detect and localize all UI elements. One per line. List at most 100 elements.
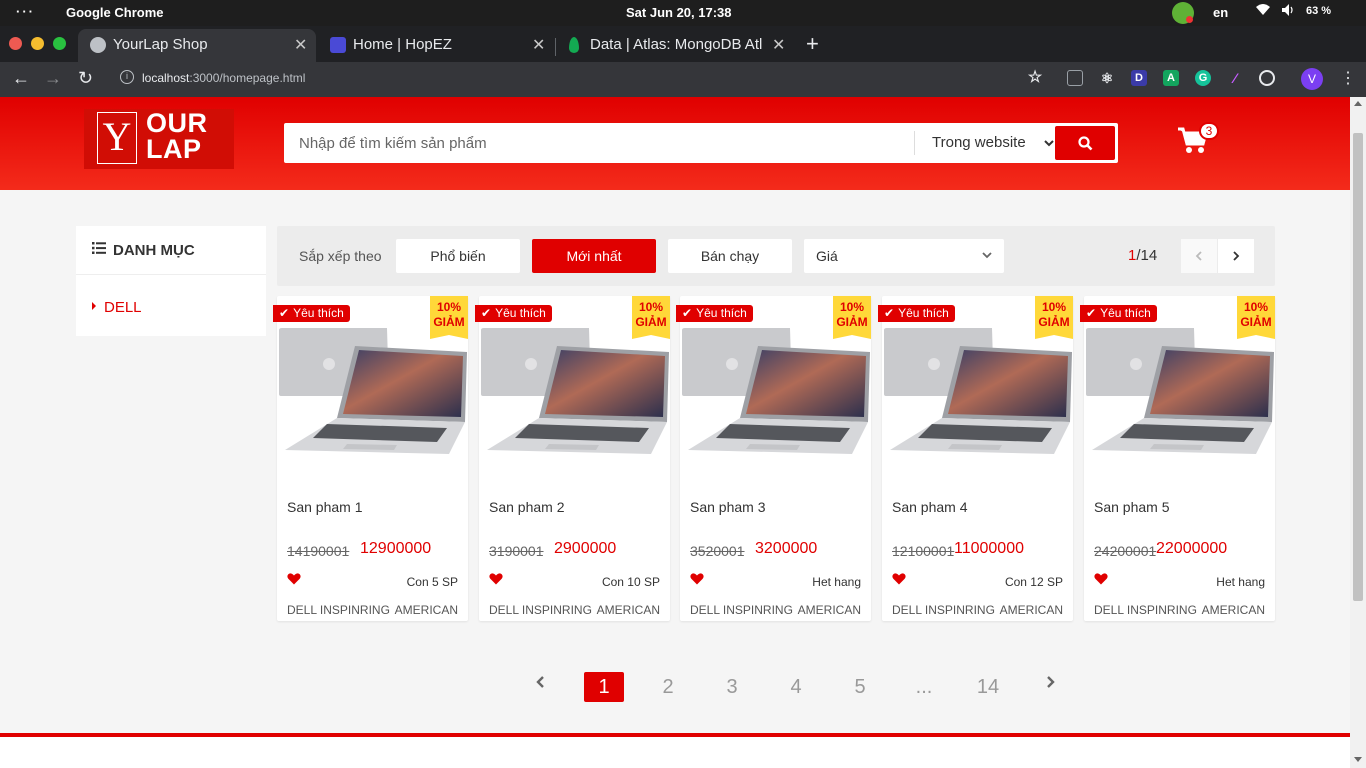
product-card[interactable]: ✔ Yêu thích 10% GIẢM San pham 5 24200001 22000… bbox=[1080, 296, 1275, 621]
back-icon[interactable]: ← bbox=[12, 68, 30, 89]
sort-bestseller-button[interactable]: Bán chạy bbox=[668, 239, 792, 273]
forward-icon[interactable]: → bbox=[44, 68, 62, 89]
scroll-down-icon[interactable] bbox=[1354, 757, 1362, 762]
browser-tab-strip: YourLap Shop ✕ Home | HopEZ ✕ Data | Atl… bbox=[0, 26, 1366, 62]
site-footer bbox=[0, 737, 1350, 768]
scrollbar-thumb[interactable] bbox=[1353, 133, 1363, 601]
tab-separator bbox=[555, 38, 556, 56]
discount-badge: 10% GIẢM bbox=[632, 296, 670, 339]
sort-newest-button[interactable]: Mới nhất bbox=[532, 239, 656, 273]
product-brand: DELL INSPINRING bbox=[1094, 603, 1197, 617]
sort-popular-button[interactable]: Phổ biến bbox=[396, 239, 520, 273]
pager-prev-icon[interactable] bbox=[535, 673, 545, 694]
pager-page-2[interactable]: 2 bbox=[648, 672, 688, 702]
activities-menu[interactable]: ··· bbox=[16, 4, 35, 19]
sort-bar: Sắp xếp theo Phổ biến Mới nhất Bán chạy … bbox=[277, 226, 1275, 286]
product-card[interactable]: ✔ Yêu thích 10% GIẢM San pham 2 3190001 290000… bbox=[475, 296, 670, 621]
os-clock[interactable]: Sat Jun 20, 17:38 bbox=[626, 5, 732, 20]
close-tab-icon[interactable]: ✕ bbox=[532, 35, 545, 55]
product-card[interactable]: ✔ Yêu thích 10% GIẢM San pham 3 3520001 320000… bbox=[676, 296, 871, 621]
close-tab-icon[interactable]: ✕ bbox=[772, 35, 785, 55]
battery-status[interactable]: 63 % bbox=[1306, 5, 1331, 17]
product-image[interactable] bbox=[479, 324, 670, 459]
os-app-name[interactable]: Google Chrome bbox=[66, 5, 164, 20]
tab-mongodb-atlas[interactable]: Data | Atlas: MongoDB Atl ✕ bbox=[557, 29, 797, 62]
react-devtools-icon[interactable]: ⚛ bbox=[1099, 70, 1115, 86]
scroll-up-icon[interactable] bbox=[1354, 101, 1362, 106]
product-origin: AMERICAN bbox=[1201, 603, 1265, 617]
heart-icon[interactable] bbox=[892, 572, 906, 586]
search-input[interactable] bbox=[284, 123, 914, 163]
product-name[interactable]: San pham 4 bbox=[892, 499, 968, 515]
product-price: 3200000 bbox=[755, 540, 818, 557]
window-close-button[interactable] bbox=[9, 37, 22, 50]
product-origin: AMERICAN bbox=[596, 603, 660, 617]
next-page-button[interactable] bbox=[1218, 239, 1254, 273]
extension-d-icon[interactable]: D bbox=[1131, 70, 1147, 86]
extension-a-icon[interactable]: A bbox=[1163, 70, 1179, 86]
tab-hopez[interactable]: Home | HopEZ ✕ bbox=[318, 29, 554, 62]
product-card[interactable]: ✔ Yêu thích 10% GIẢM San pham 4 12100001 11000… bbox=[878, 296, 1073, 621]
page-viewport: Y OUR LAP Trong website bbox=[0, 97, 1350, 768]
pager-next-icon[interactable] bbox=[1046, 673, 1056, 694]
extension-barcode-icon[interactable] bbox=[1067, 70, 1083, 86]
stock-status: Het hang bbox=[1216, 575, 1265, 589]
site-info-icon[interactable]: i bbox=[120, 70, 134, 84]
stock-status: Con 5 SP bbox=[406, 575, 458, 589]
site-header: Y OUR LAP Trong website bbox=[0, 97, 1350, 190]
product-brand: DELL INSPINRING bbox=[892, 603, 995, 617]
new-tab-button[interactable]: + bbox=[806, 31, 819, 57]
cart-button[interactable]: 3 bbox=[1178, 122, 1219, 157]
extension-feather-icon[interactable]: ⁄ bbox=[1227, 70, 1243, 86]
check-icon: ✔ bbox=[884, 306, 895, 320]
heart-icon[interactable] bbox=[690, 572, 704, 586]
search-button[interactable] bbox=[1055, 126, 1115, 160]
url-text[interactable]: localhost:3000/homepage.html bbox=[142, 71, 305, 85]
product-image[interactable] bbox=[882, 324, 1073, 459]
heart-icon[interactable] bbox=[287, 572, 301, 586]
wifi-icon[interactable] bbox=[1256, 4, 1270, 19]
prev-page-button[interactable] bbox=[1181, 239, 1217, 273]
pager-page-14[interactable]: 14 bbox=[968, 672, 1008, 702]
volume-icon[interactable] bbox=[1282, 4, 1295, 19]
category-title: DANH MỤC bbox=[113, 242, 195, 259]
product-name[interactable]: San pham 2 bbox=[489, 499, 565, 515]
product-image[interactable] bbox=[680, 324, 871, 459]
product-image[interactable] bbox=[277, 324, 468, 459]
input-language[interactable]: en bbox=[1213, 5, 1228, 20]
product-name[interactable]: San pham 3 bbox=[690, 499, 766, 515]
extension-target-icon[interactable] bbox=[1259, 70, 1275, 86]
product-origin: AMERICAN bbox=[999, 603, 1063, 617]
tab-yourlap-shop[interactable]: YourLap Shop ✕ bbox=[78, 29, 316, 62]
close-tab-icon[interactable]: ✕ bbox=[294, 35, 307, 55]
chrome-menu-icon[interactable]: ⋮ bbox=[1340, 68, 1356, 88]
bookmark-star-icon[interactable]: ☆ bbox=[1027, 70, 1043, 86]
grammarly-icon[interactable]: G bbox=[1195, 70, 1211, 86]
search-scope-select[interactable]: Trong website bbox=[914, 131, 1054, 155]
stock-status: Het hang bbox=[812, 575, 861, 589]
product-card[interactable]: ✔ Yêu thích 10% GIẢM San pham 1 14190001 12900… bbox=[273, 296, 468, 621]
address-bar[interactable]: i localhost:3000/homepage.html bbox=[108, 65, 1348, 93]
window-minimize-button[interactable] bbox=[31, 37, 44, 50]
product-name[interactable]: San pham 1 bbox=[287, 499, 363, 515]
heart-icon[interactable] bbox=[489, 572, 503, 586]
reload-icon[interactable]: ↻ bbox=[78, 68, 93, 89]
heart-icon[interactable] bbox=[1094, 572, 1108, 586]
price-sort-select[interactable]: Giá bbox=[804, 239, 1004, 273]
update-tray-icon[interactable] bbox=[1172, 2, 1194, 24]
product-image[interactable] bbox=[1084, 324, 1275, 459]
chevron-down-icon bbox=[982, 239, 992, 273]
pager-page-3[interactable]: 3 bbox=[712, 672, 752, 702]
tab-title: Home | HopEZ bbox=[353, 36, 452, 53]
profile-avatar[interactable]: V bbox=[1301, 68, 1323, 90]
pager-page-1[interactable]: 1 bbox=[584, 672, 624, 702]
page-scrollbar[interactable] bbox=[1350, 97, 1366, 768]
pager-page-4[interactable]: 4 bbox=[776, 672, 816, 702]
product-price: 12900000 bbox=[360, 540, 432, 557]
pager-page-5[interactable]: 5 bbox=[840, 672, 880, 702]
chevron-left-icon bbox=[1195, 251, 1202, 261]
product-name[interactable]: San pham 5 bbox=[1094, 499, 1170, 515]
site-logo[interactable]: Y OUR LAP bbox=[84, 109, 234, 169]
category-item-dell[interactable]: DELL bbox=[92, 299, 142, 316]
window-maximize-button[interactable] bbox=[53, 37, 66, 50]
